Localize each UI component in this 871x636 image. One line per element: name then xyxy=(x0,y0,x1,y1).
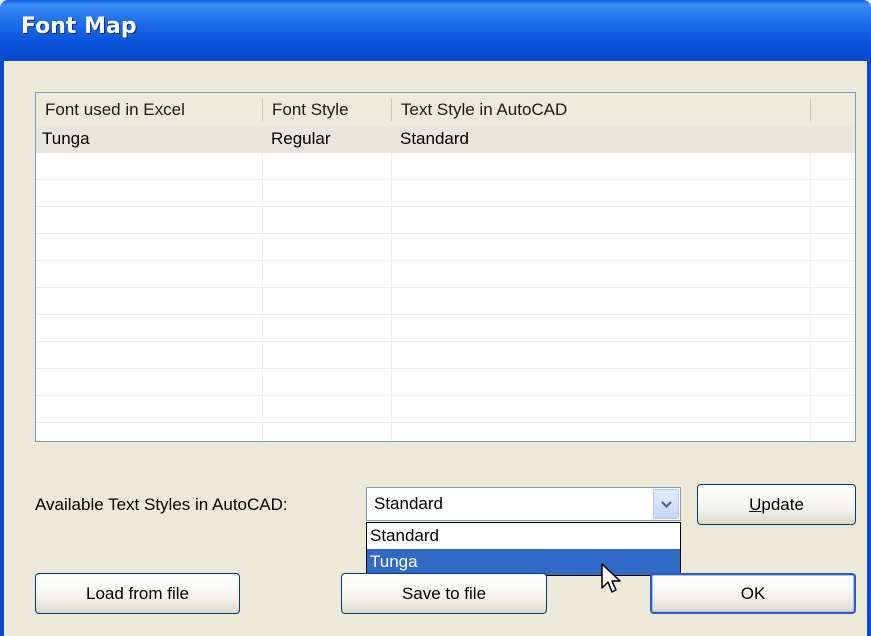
window-title: Font Map xyxy=(21,14,137,39)
save-to-file-button[interactable]: Save to file xyxy=(341,573,547,614)
font-map-list[interactable]: Font used in Excel Font Style Text Style… xyxy=(35,92,856,442)
cell-style: Regular xyxy=(271,129,331,148)
chevron-down-icon xyxy=(661,501,672,509)
table-row[interactable] xyxy=(36,153,855,180)
column-header-empty xyxy=(811,93,855,126)
window-frame-left xyxy=(0,61,4,636)
table-row[interactable] xyxy=(36,369,855,396)
cell-text-style: Standard xyxy=(400,129,469,148)
table-row[interactable] xyxy=(36,234,855,261)
dropdown-option-highlighted[interactable]: Tunga xyxy=(367,549,680,575)
table-row[interactable] xyxy=(36,207,855,234)
title-bar[interactable]: Font Map xyxy=(0,0,871,61)
table-row[interactable] xyxy=(36,396,855,423)
table-row[interactable]: Tunga Regular Standard xyxy=(36,126,855,153)
update-button[interactable]: Update xyxy=(697,484,856,525)
column-header-style[interactable]: Font Style xyxy=(263,93,391,126)
update-mnemonic: U xyxy=(749,495,762,514)
mouse-pointer-icon xyxy=(601,563,621,593)
column-header-text-style[interactable]: Text Style in AutoCAD xyxy=(392,93,810,126)
window-frame-right xyxy=(867,61,871,636)
dropdown-toggle-button[interactable] xyxy=(653,489,679,519)
ok-button[interactable]: OK xyxy=(650,573,856,614)
table-row[interactable] xyxy=(36,423,855,441)
text-style-dropdown-list[interactable]: Standard Tunga xyxy=(366,522,681,576)
available-styles-label: Available Text Styles in AutoCAD: xyxy=(35,495,288,514)
dropdown-option[interactable]: Standard xyxy=(367,523,680,549)
combobox-value: Standard xyxy=(374,494,443,513)
cell-font: Tunga xyxy=(42,129,90,148)
table-row[interactable] xyxy=(36,288,855,315)
text-style-combobox[interactable]: Standard xyxy=(366,487,681,521)
column-header-font[interactable]: Font used in Excel xyxy=(36,93,262,126)
list-header: Font used in Excel Font Style Text Style… xyxy=(36,93,855,127)
table-row[interactable] xyxy=(36,315,855,342)
update-label: pdate xyxy=(761,495,804,514)
table-row[interactable] xyxy=(36,261,855,288)
table-row[interactable] xyxy=(36,180,855,207)
table-row[interactable] xyxy=(36,342,855,369)
load-from-file-button[interactable]: Load from file xyxy=(35,573,240,614)
